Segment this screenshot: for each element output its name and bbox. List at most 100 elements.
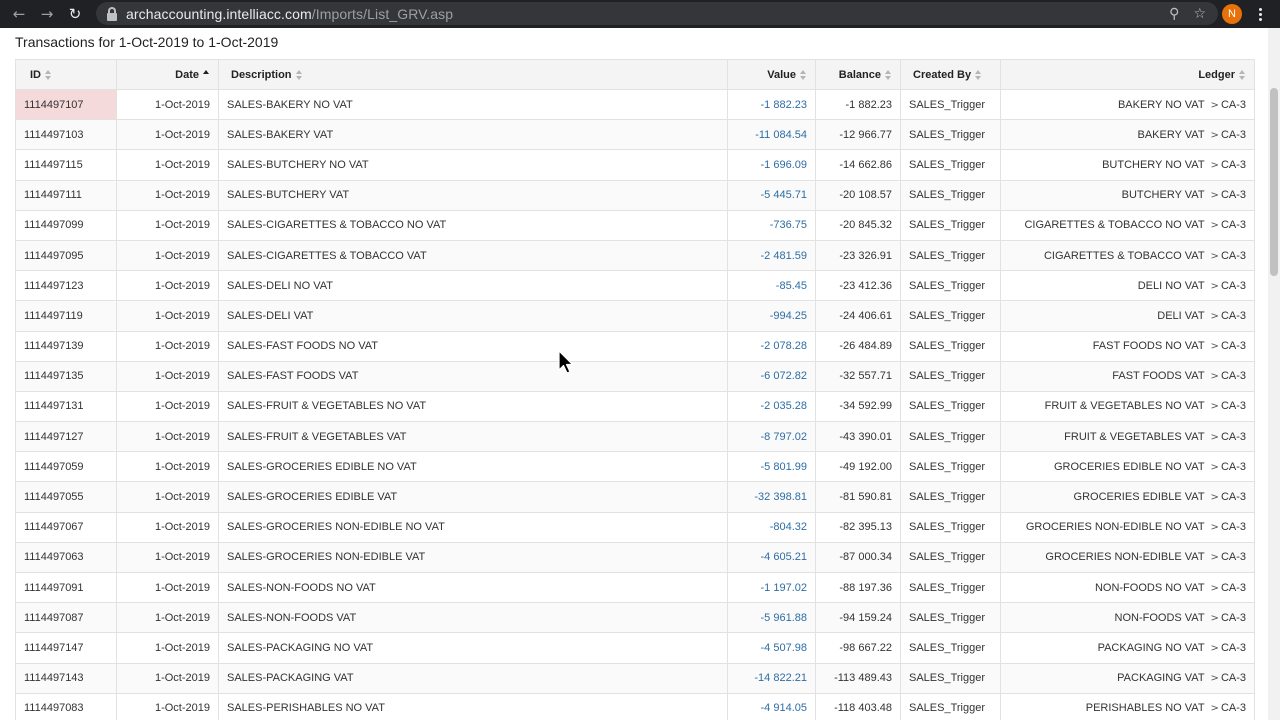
- table-row[interactable]: 1114497095 1-Oct-2019 SALES-CIGARETTES & T…: [15, 239, 1255, 272]
- cell-value[interactable]: -2 078.28: [727, 330, 816, 362]
- cell-description: SALES-FAST FOODS NO VAT: [218, 330, 728, 362]
- cell-id: 1114497099: [15, 209, 117, 241]
- cell-value[interactable]: -5 445.71: [727, 179, 816, 211]
- cell-ledger[interactable]: PACKAGING VAT > CA-3: [1000, 662, 1255, 694]
- cell-ledger[interactable]: GROCERIES EDIBLE VAT > CA-3: [1000, 481, 1255, 513]
- cell-ledger[interactable]: BUTCHERY NO VAT > CA-3: [1000, 149, 1255, 181]
- table-row[interactable]: 1114497123 1-Oct-2019 SALES-DELI NO VAT -85…: [15, 270, 1255, 302]
- cell-ledger[interactable]: FRUIT & VEGETABLES NO VAT > CA-3: [1000, 390, 1255, 423]
- cell-created-by: SALES_Trigger: [900, 270, 1001, 302]
- table-row[interactable]: 1114497135 1-Oct-2019 SALES-FAST FOODS VAT…: [15, 360, 1255, 392]
- cell-value[interactable]: -1 197.02: [727, 571, 816, 604]
- table-row[interactable]: 1114497147 1-Oct-2019 SALES-PACKAGING NO V…: [15, 632, 1255, 664]
- table-row[interactable]: 1114497127 1-Oct-2019 SALES-FRUIT & VEGETA…: [15, 421, 1255, 453]
- ledger-name: FRUIT & VEGETABLES VAT: [1064, 430, 1205, 443]
- cell-ledger[interactable]: GROCERIES NON-EDIBLE NO VAT > CA-3: [1000, 511, 1255, 543]
- cell-ledger[interactable]: PERISHABLES NO VAT > CA-3: [1000, 692, 1255, 720]
- cell-value[interactable]: -4 507.98: [727, 632, 816, 664]
- cell-value[interactable]: -1 696.09: [727, 149, 816, 181]
- table-row[interactable]: 1114497139 1-Oct-2019 SALES-FAST FOODS NO …: [15, 330, 1255, 362]
- cell-balance: -14 662.86: [815, 149, 901, 181]
- zoom-icon[interactable]: ⚲: [1169, 6, 1179, 22]
- table-row[interactable]: 1114497067 1-Oct-2019 SALES-GROCERIES NON-…: [15, 511, 1255, 543]
- ledger-name: FAST FOODS VAT: [1112, 370, 1205, 383]
- cell-created-by: SALES_Trigger: [900, 88, 1001, 121]
- cell-id: 1114497111: [15, 179, 117, 211]
- table-row[interactable]: 1114497091 1-Oct-2019 SALES-NON-FOODS NO V…: [15, 571, 1255, 604]
- cell-ledger[interactable]: NON-FOODS VAT > CA-3: [1000, 602, 1255, 634]
- cell-ledger[interactable]: CIGARETTES & TOBACCO VAT > CA-3: [1000, 239, 1255, 272]
- reload-icon[interactable]: ↻: [64, 3, 86, 25]
- table-row[interactable]: 1114497087 1-Oct-2019 SALES-NON-FOODS VAT -…: [15, 602, 1255, 634]
- star-icon[interactable]: ☆: [1193, 6, 1206, 22]
- cell-ledger[interactable]: CIGARETTES & TOBACCO NO VAT > CA-3: [1000, 209, 1255, 241]
- cell-description: SALES-DELI VAT: [218, 300, 728, 332]
- column-header-created-by[interactable]: Created By: [900, 59, 1001, 90]
- column-header-description[interactable]: Description: [218, 59, 728, 90]
- table-row[interactable]: 1114497063 1-Oct-2019 SALES-GROCERIES NON-…: [15, 541, 1255, 574]
- cell-ledger[interactable]: BAKERY NO VAT > CA-3: [1000, 88, 1255, 121]
- column-header-ledger[interactable]: Ledger: [1000, 59, 1255, 90]
- cell-balance: -23 412.36: [815, 270, 901, 302]
- cell-value[interactable]: -6 072.82: [727, 360, 816, 392]
- cell-ledger[interactable]: FAST FOODS NO VAT > CA-3: [1000, 330, 1255, 362]
- cell-created-by: SALES_Trigger: [900, 692, 1001, 720]
- ledger-name: PERISHABLES NO VAT: [1085, 702, 1205, 715]
- table-row[interactable]: 1114497119 1-Oct-2019 SALES-DELI VAT -994.2…: [15, 300, 1255, 332]
- column-header-id[interactable]: ID: [15, 59, 117, 90]
- ledger-name: PACKAGING NO VAT: [1097, 641, 1205, 654]
- cell-ledger[interactable]: BUTCHERY VAT > CA-3: [1000, 179, 1255, 211]
- table-row[interactable]: 1114497111 1-Oct-2019 SALES-BUTCHERY VAT -5…: [15, 179, 1255, 211]
- cell-ledger[interactable]: DELI NO VAT > CA-3: [1000, 270, 1255, 302]
- table-row[interactable]: 1114497115 1-Oct-2019 SALES-BUTCHERY NO VA…: [15, 149, 1255, 181]
- cell-value[interactable]: -32 398.81: [727, 481, 816, 513]
- cell-ledger[interactable]: DELI VAT > CA-3: [1000, 300, 1255, 332]
- cell-description: SALES-PACKAGING NO VAT: [218, 632, 728, 664]
- cell-value[interactable]: -11 084.54: [727, 119, 816, 151]
- address-bar[interactable]: archaccounting.intelliacc.com/Imports/Li…: [96, 2, 1218, 25]
- cell-ledger[interactable]: PACKAGING NO VAT > CA-3: [1000, 632, 1255, 664]
- cell-value[interactable]: -85.45: [727, 270, 816, 302]
- table-row[interactable]: 1114497059 1-Oct-2019 SALES-GROCERIES EDIB…: [15, 451, 1255, 483]
- arrow-left-icon[interactable]: ←: [8, 3, 30, 25]
- table-row[interactable]: 1114497131 1-Oct-2019 SALES-FRUIT & VEGETA…: [15, 390, 1255, 423]
- profile-avatar[interactable]: N: [1222, 4, 1242, 24]
- cell-ledger[interactable]: NON-FOODS NO VAT > CA-3: [1000, 571, 1255, 604]
- table-row[interactable]: 1114497103 1-Oct-2019 SALES-BAKERY VAT -11 …: [15, 119, 1255, 151]
- scrollbar-thumb[interactable]: [1270, 88, 1278, 276]
- cell-value[interactable]: -1 882.23: [727, 88, 816, 121]
- browser-menu-icon[interactable]: [1254, 4, 1266, 24]
- table-row[interactable]: 1114497107 1-Oct-2019 SALES-BAKERY NO VAT -…: [15, 88, 1255, 121]
- table-row[interactable]: 1114497055 1-Oct-2019 SALES-GROCERIES EDIB…: [15, 481, 1255, 513]
- cell-balance: -20 108.57: [815, 179, 901, 211]
- cell-value[interactable]: -4 914.05: [727, 692, 816, 720]
- cell-description: SALES-GROCERIES NON-EDIBLE NO VAT: [218, 511, 728, 543]
- column-header-value[interactable]: Value: [727, 59, 816, 90]
- chevron-right-icon: >: [1210, 220, 1219, 232]
- table-row[interactable]: 1114497083 1-Oct-2019 SALES-PERISHABLES NO…: [15, 692, 1255, 720]
- cell-id: 1114497139: [15, 330, 117, 362]
- table-row[interactable]: 1114497099 1-Oct-2019 SALES-CIGARETTES & T…: [15, 209, 1255, 241]
- cell-value[interactable]: -736.75: [727, 209, 816, 241]
- cell-ledger[interactable]: GROCERIES NON-EDIBLE VAT > CA-3: [1000, 541, 1255, 574]
- cell-value[interactable]: -2 481.59: [727, 239, 816, 272]
- page-scrollbar[interactable]: [1268, 28, 1280, 720]
- cell-value[interactable]: -4 605.21: [727, 541, 816, 574]
- cell-value[interactable]: -2 035.28: [727, 390, 816, 423]
- arrow-right-icon[interactable]: →: [36, 3, 58, 25]
- cell-ledger[interactable]: FAST FOODS VAT > CA-3: [1000, 360, 1255, 392]
- cell-value[interactable]: -994.25: [727, 300, 816, 332]
- cell-value[interactable]: -804.32: [727, 511, 816, 543]
- cell-value[interactable]: -8 797.02: [727, 421, 816, 453]
- table-row[interactable]: 1114497143 1-Oct-2019 SALES-PACKAGING VAT -…: [15, 662, 1255, 694]
- column-header-date[interactable]: Date: [116, 59, 219, 90]
- cell-value[interactable]: -5 801.99: [727, 451, 816, 483]
- cell-value[interactable]: -5 961.88: [727, 602, 816, 634]
- column-header-balance[interactable]: Balance: [815, 59, 901, 90]
- cell-value[interactable]: -14 822.21: [727, 662, 816, 694]
- cell-description: SALES-BAKERY NO VAT: [218, 88, 728, 121]
- cell-ledger[interactable]: BAKERY VAT > CA-3: [1000, 119, 1255, 151]
- cell-ledger[interactable]: FRUIT & VEGETABLES VAT > CA-3: [1000, 421, 1255, 453]
- cell-ledger[interactable]: GROCERIES EDIBLE NO VAT > CA-3: [1000, 451, 1255, 483]
- cell-id: 1114497143: [15, 662, 117, 694]
